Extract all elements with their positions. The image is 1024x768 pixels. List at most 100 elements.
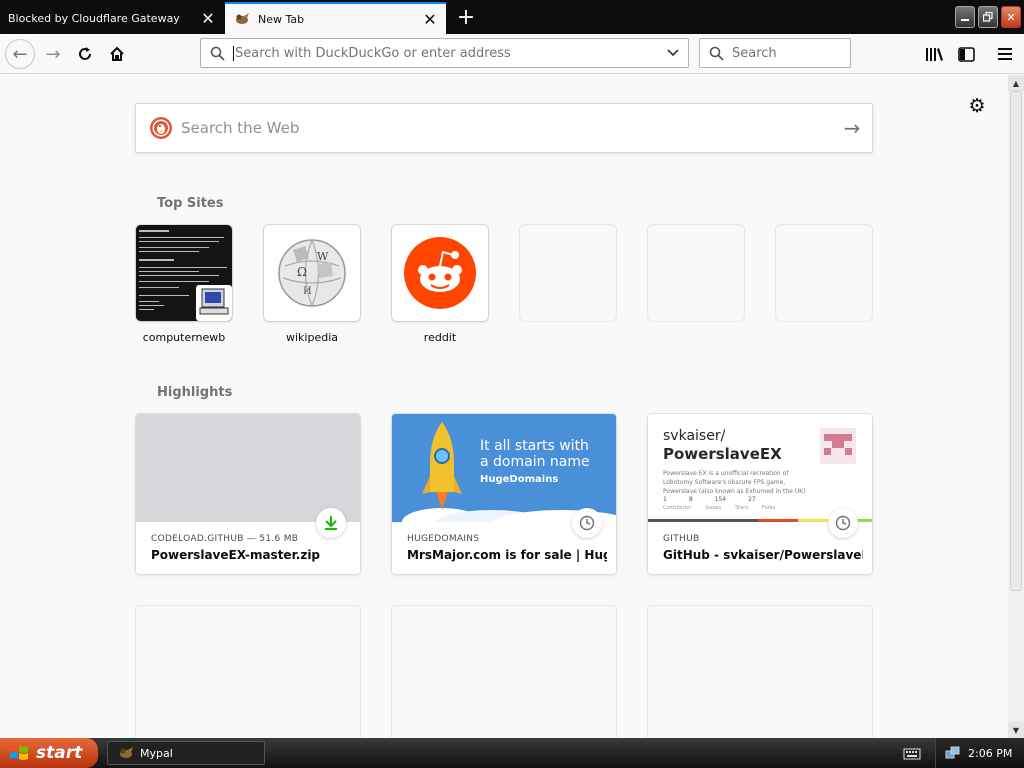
- top-site-tile[interactable]: [776, 225, 872, 321]
- sidebar-toggle-icon[interactable]: [951, 39, 981, 69]
- highlight-empty-slot: [392, 606, 616, 738]
- scroll-up-icon[interactable]: ▲: [1008, 75, 1024, 91]
- github-identicon: [820, 428, 856, 464]
- top-site-label: computernewb: [142, 331, 226, 344]
- card-title: MrsMajor.com is for sale | Huge...: [407, 548, 607, 562]
- tab-blocked-by-cloudflare[interactable]: Blocked by Cloudflare Gateway ✕: [0, 2, 224, 34]
- home-icon[interactable]: [102, 39, 132, 69]
- card-image: [136, 414, 360, 522]
- computernewb-screenshot: [136, 225, 232, 321]
- svg-text:И: И: [303, 286, 312, 297]
- clock[interactable]: 2:06 PM: [968, 747, 1012, 760]
- reload-icon[interactable]: [70, 39, 100, 69]
- tab-title: Blocked by Cloudflare Gateway: [8, 11, 180, 25]
- tab-strip: Blocked by Cloudflare Gateway ✕ New Tab …: [0, 0, 1024, 34]
- web-search-input[interactable]: Search the Web: [181, 119, 832, 137]
- search-icon: [700, 46, 732, 61]
- start-button[interactable]: start: [0, 738, 98, 768]
- github-stat-label: Forks: [761, 505, 776, 511]
- highlight-card-github[interactable]: svkaiser/ PowerslaveEX Powerslave EX is …: [648, 414, 872, 574]
- search-bar[interactable]: Search: [699, 38, 851, 68]
- top-site-label: reddit: [423, 331, 457, 344]
- github-stat-forks: 27: [748, 496, 756, 503]
- close-tab-icon[interactable]: ✕: [418, 7, 442, 31]
- tagline-line-2: a domain name: [480, 454, 590, 470]
- github-stats: 1 8 154 27: [663, 496, 756, 503]
- top-site-tile[interactable]: [520, 225, 616, 321]
- scroll-down-icon[interactable]: ▼: [1008, 722, 1024, 738]
- github-stat-label: Contributor: [663, 505, 692, 511]
- taskbar: start Mypal 2:06 PM: [0, 738, 1024, 768]
- new-tab-plus-icon[interactable]: +: [452, 4, 480, 30]
- github-repo: PowerslaveEX: [663, 445, 782, 463]
- close-tab-icon[interactable]: ✕: [196, 6, 220, 30]
- url-bar[interactable]: Search with DuckDuckGo or enter address: [200, 38, 689, 68]
- mypal-favicon-icon: [234, 11, 250, 27]
- highlight-empty-slot: [136, 606, 360, 738]
- chevron-down-icon[interactable]: [658, 49, 688, 57]
- forward-arrow-icon[interactable]: →: [38, 39, 68, 69]
- new-tab-page: ⚙ Search the Web → Top Sites computernew…: [0, 75, 1008, 738]
- top-site-empty-slot[interactable]: [776, 225, 872, 321]
- keyboard-icon[interactable]: [903, 746, 921, 760]
- card-image: svkaiser/ PowerslaveEX Powerslave EX is …: [648, 414, 872, 522]
- top-site-empty-slot[interactable]: [520, 225, 616, 321]
- github-stat-label: Stars: [735, 505, 748, 511]
- card-source: GITHUB: [663, 534, 700, 544]
- navigation-toolbar: ← → Search with DuckDuckGo or enter addr…: [0, 34, 1024, 74]
- github-stat-label: Issues: [705, 505, 722, 511]
- github-description: Powerslave EX is a unofficial recreation…: [663, 470, 806, 495]
- top-site-label: wikipedia: [285, 331, 338, 344]
- tagline-line-1: It all starts with: [480, 438, 589, 454]
- taskbar-item-label: Mypal: [140, 746, 173, 760]
- card-title: GitHub - svkaiser/PowerslaveEX...: [663, 548, 863, 562]
- library-icon[interactable]: [919, 39, 949, 69]
- back-arrow-icon[interactable]: ←: [5, 39, 35, 69]
- top-site-wikipedia[interactable]: Ω W И wikipedia: [264, 225, 360, 344]
- top-site-tile[interactable]: [648, 225, 744, 321]
- github-stat-labels: Contributor Issues Stars Forks: [663, 505, 775, 511]
- restore-window-button[interactable]: [978, 6, 998, 28]
- hamburger-menu-icon[interactable]: [990, 39, 1020, 69]
- tab-title: New Tab: [258, 12, 305, 26]
- mypal-app-icon: [120, 747, 133, 758]
- card-title: PowerslaveEX-master.zip: [151, 548, 321, 562]
- search-input[interactable]: Search: [732, 46, 777, 61]
- network-icon[interactable]: [944, 745, 960, 761]
- highlight-card-hugedomains[interactable]: It all starts with a domain name HugeDom…: [392, 414, 616, 574]
- gear-icon[interactable]: ⚙: [966, 95, 988, 117]
- highlights-heading: Highlights: [157, 385, 233, 400]
- windows-flag-icon: [10, 745, 28, 760]
- url-input[interactable]: Search with DuckDuckGo or enter address: [233, 45, 658, 61]
- highlight-card-powerslave-zip[interactable]: CODELOAD.GITHUB — 51.6 MB PowerslaveEX-m…: [136, 414, 360, 574]
- github-stat-stars: 154: [714, 496, 727, 503]
- wikipedia-globe-icon: Ω W И: [278, 239, 346, 307]
- github-stat-issues: 8: [688, 496, 693, 503]
- top-site-tile[interactable]: [136, 225, 232, 321]
- top-site-tile[interactable]: [392, 225, 488, 321]
- svg-text:Ω: Ω: [297, 265, 307, 279]
- vertical-scrollbar[interactable]: ▲ ▼: [1008, 75, 1024, 738]
- scrollbar-thumb[interactable]: [1010, 91, 1022, 591]
- card-source: HUGEDOMAINS: [407, 534, 480, 544]
- clock-icon: [828, 508, 858, 538]
- download-icon: [316, 508, 346, 538]
- system-tray: 2:06 PM: [935, 738, 1024, 768]
- hugedomains-brand: HugeDomains: [480, 474, 559, 485]
- svg-text:W: W: [317, 250, 329, 263]
- web-search-box[interactable]: Search the Web →: [135, 103, 873, 153]
- top-site-tile[interactable]: Ω W И: [264, 225, 360, 321]
- search-submit-arrow-icon[interactable]: →: [832, 116, 872, 140]
- tab-new-tab[interactable]: New Tab ✕: [225, 2, 446, 34]
- top-site-computernewb[interactable]: computernewb: [136, 225, 232, 344]
- minimize-window-button[interactable]: [955, 6, 975, 28]
- top-site-reddit[interactable]: reddit: [392, 225, 488, 344]
- card-image: It all starts with a domain name HugeDom…: [392, 414, 616, 522]
- taskbar-item-mypal[interactable]: Mypal: [107, 741, 265, 765]
- clock-icon: [572, 508, 602, 538]
- duckduckgo-logo-icon: [150, 117, 172, 139]
- top-site-empty-slot[interactable]: [648, 225, 744, 321]
- reddit-icon: [404, 237, 476, 309]
- close-window-button[interactable]: ✕: [1001, 6, 1021, 28]
- github-stat-contributors: 1: [663, 496, 667, 503]
